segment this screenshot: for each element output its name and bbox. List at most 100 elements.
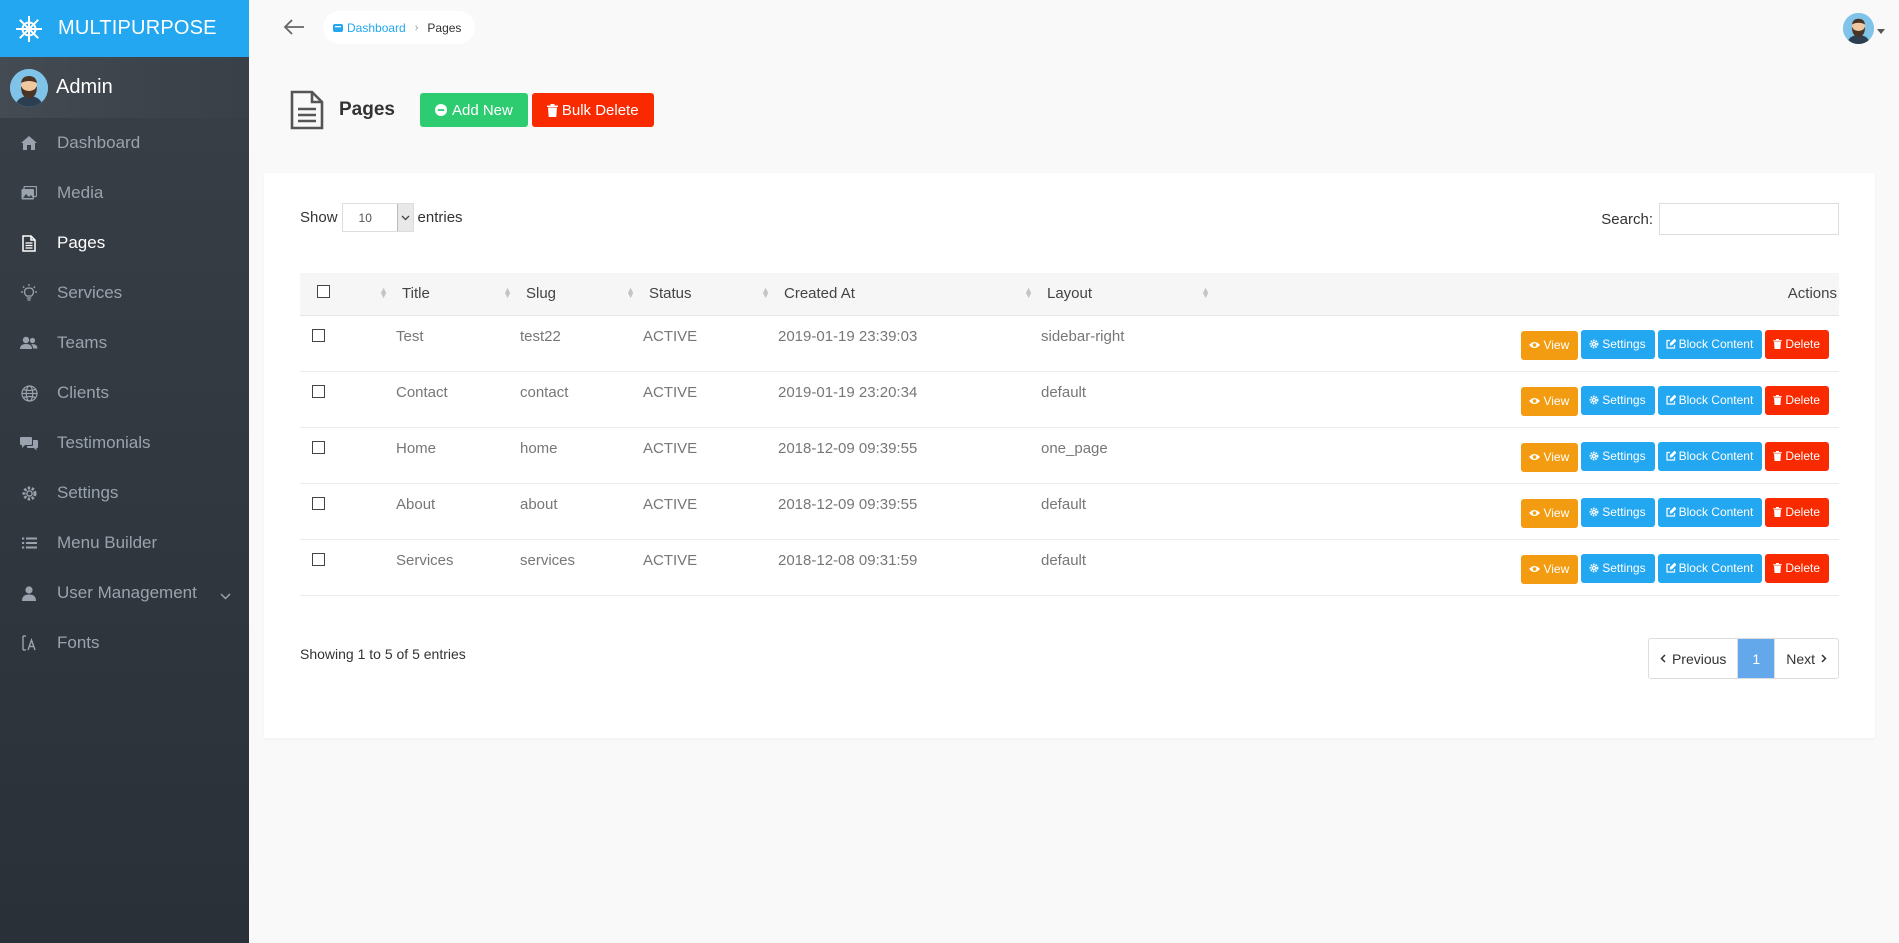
bulk-delete-label: Bulk Delete	[561, 101, 639, 119]
sidebar-item-teams[interactable]: Teams	[0, 318, 249, 368]
brand-bar[interactable]: MULTIPURPOSE	[0, 0, 249, 57]
delete-label: Delete	[1785, 561, 1820, 575]
show-label: Show	[300, 209, 338, 226]
delete-button[interactable]: Delete	[1765, 441, 1829, 471]
view-button[interactable]: View	[1521, 554, 1579, 584]
cell-actions: View Settings Block Content Delete	[1218, 315, 1839, 371]
file-text-icon	[289, 90, 325, 130]
page-1-button[interactable]: 1	[1737, 639, 1775, 678]
column-status[interactable]: Status ▲ ▼	[643, 273, 778, 315]
block-content-button[interactable]: Block Content	[1657, 441, 1763, 471]
cell-title: Contact	[396, 383, 448, 401]
gear-icon	[1589, 451, 1599, 461]
column-title[interactable]: Title ▲ ▼	[396, 273, 520, 315]
user-menu[interactable]	[1843, 13, 1885, 44]
settings-button[interactable]: Settings	[1581, 385, 1655, 415]
sidebar-item-user-management[interactable]: User Management	[0, 568, 249, 618]
select-all-header: ▲ ▼	[300, 273, 396, 315]
block-content-button[interactable]: Block Content	[1657, 385, 1763, 415]
sort-icon: ▲ ▼	[1024, 285, 1033, 300]
previous-page-button[interactable]: Previous	[1649, 639, 1737, 678]
sidebar-item-dashboard[interactable]: Dashboard	[0, 118, 249, 168]
column-slug[interactable]: Slug ▲ ▼	[520, 273, 643, 315]
cell-layout: default	[1041, 383, 1087, 401]
settings-label: Settings	[1602, 449, 1646, 463]
column-created-at[interactable]: Created At ▲ ▼	[778, 273, 1041, 315]
row-checkbox[interactable]	[312, 440, 325, 454]
settings-label: Settings	[1602, 337, 1646, 351]
sidebar-item-clients[interactable]: Clients	[0, 368, 249, 418]
sidebar-item-fonts[interactable]: Fonts	[0, 618, 249, 668]
sort-icon[interactable]: ▲ ▼	[379, 286, 388, 300]
settings-button[interactable]: Settings	[1581, 553, 1655, 583]
eye-icon	[1529, 341, 1541, 349]
back-arrow-icon[interactable]	[282, 15, 306, 39]
block-content-button[interactable]: Block Content	[1657, 553, 1763, 583]
plus-circle-icon	[434, 104, 447, 116]
breadcrumb-dashboard[interactable]: Dashboard	[333, 21, 406, 35]
edit-icon	[1665, 395, 1676, 405]
trash-icon	[1773, 507, 1783, 517]
sidebar-profile[interactable]: Admin	[0, 57, 249, 118]
sidebar-item-services[interactable]: Services	[0, 268, 249, 318]
entries-select[interactable]: 10	[341, 203, 414, 232]
bulk-delete-button[interactable]: Bulk Delete	[531, 93, 654, 127]
eye-icon	[1529, 453, 1541, 461]
view-label: View	[1543, 450, 1570, 464]
delete-button[interactable]: Delete	[1765, 497, 1829, 527]
column-status-label: Status	[649, 285, 692, 303]
sidebar-nav: Dashboard Media Pages Services Teams Cli…	[0, 118, 249, 668]
cell-slug: contact	[520, 383, 569, 401]
next-page-button[interactable]: Next	[1774, 639, 1838, 678]
column-actions: Actions	[1218, 273, 1839, 315]
sidebar-item-label: User Management	[57, 583, 197, 602]
block-content-button[interactable]: Block Content	[1657, 497, 1763, 527]
cell-status: ACTIVE	[643, 327, 698, 345]
column-slug-label: Slug	[526, 285, 557, 303]
row-checkbox[interactable]	[312, 328, 325, 342]
sidebar-item-menu-builder[interactable]: Menu Builder	[0, 518, 249, 568]
chevron-left-icon	[1660, 654, 1666, 663]
chevron-down-icon[interactable]	[220, 585, 231, 605]
add-new-button[interactable]: Add New	[419, 93, 528, 127]
block-content-button[interactable]: Block Content	[1657, 329, 1763, 359]
row-checkbox[interactable]	[312, 496, 325, 510]
view-button[interactable]: View	[1521, 442, 1579, 472]
column-title-label: Title	[402, 285, 430, 303]
row-checkbox[interactable]	[312, 384, 325, 398]
select-all-checkbox[interactable]	[317, 285, 330, 299]
delete-button[interactable]: Delete	[1765, 553, 1829, 583]
column-created-at-label: Created At	[784, 285, 855, 303]
column-layout-label: Layout	[1047, 285, 1093, 303]
block-content-label: Block Content	[1678, 337, 1754, 351]
table-info: Showing 1 to 5 of 5 entries	[300, 646, 466, 662]
view-button[interactable]: View	[1521, 330, 1579, 360]
view-button[interactable]: View	[1521, 498, 1579, 528]
sidebar-item-testimonials[interactable]: Testimonials	[0, 418, 249, 468]
topbar: Dashboard › Pages	[249, 0, 1899, 57]
cell-created-at: 2019-01-19 23:20:34	[778, 383, 918, 401]
column-layout[interactable]: Layout ▲ ▼	[1041, 273, 1218, 315]
eye-icon	[1529, 509, 1541, 517]
sidebar-item-settings[interactable]: Settings	[0, 468, 249, 518]
settings-button[interactable]: Settings	[1581, 441, 1655, 471]
cell-created-at: 2018-12-09 09:39:55	[778, 439, 918, 457]
block-content-label: Block Content	[1678, 505, 1754, 519]
settings-label: Settings	[1602, 393, 1646, 407]
row-checkbox[interactable]	[312, 552, 325, 566]
delete-button[interactable]: Delete	[1765, 385, 1829, 415]
settings-button[interactable]: Settings	[1581, 497, 1655, 527]
comments-icon	[20, 434, 38, 452]
cell-slug: about	[520, 495, 558, 513]
delete-button[interactable]: Delete	[1765, 329, 1829, 359]
person-icon	[20, 584, 38, 602]
view-label: View	[1543, 394, 1570, 408]
cell-layout: default	[1041, 551, 1087, 569]
sidebar-item-pages[interactable]: Pages	[0, 218, 249, 268]
list-icon	[20, 534, 38, 552]
cell-status: ACTIVE	[643, 383, 698, 401]
sidebar-item-media[interactable]: Media	[0, 168, 249, 218]
search-input[interactable]	[1659, 203, 1839, 235]
settings-button[interactable]: Settings	[1581, 329, 1655, 359]
view-button[interactable]: View	[1521, 386, 1579, 416]
